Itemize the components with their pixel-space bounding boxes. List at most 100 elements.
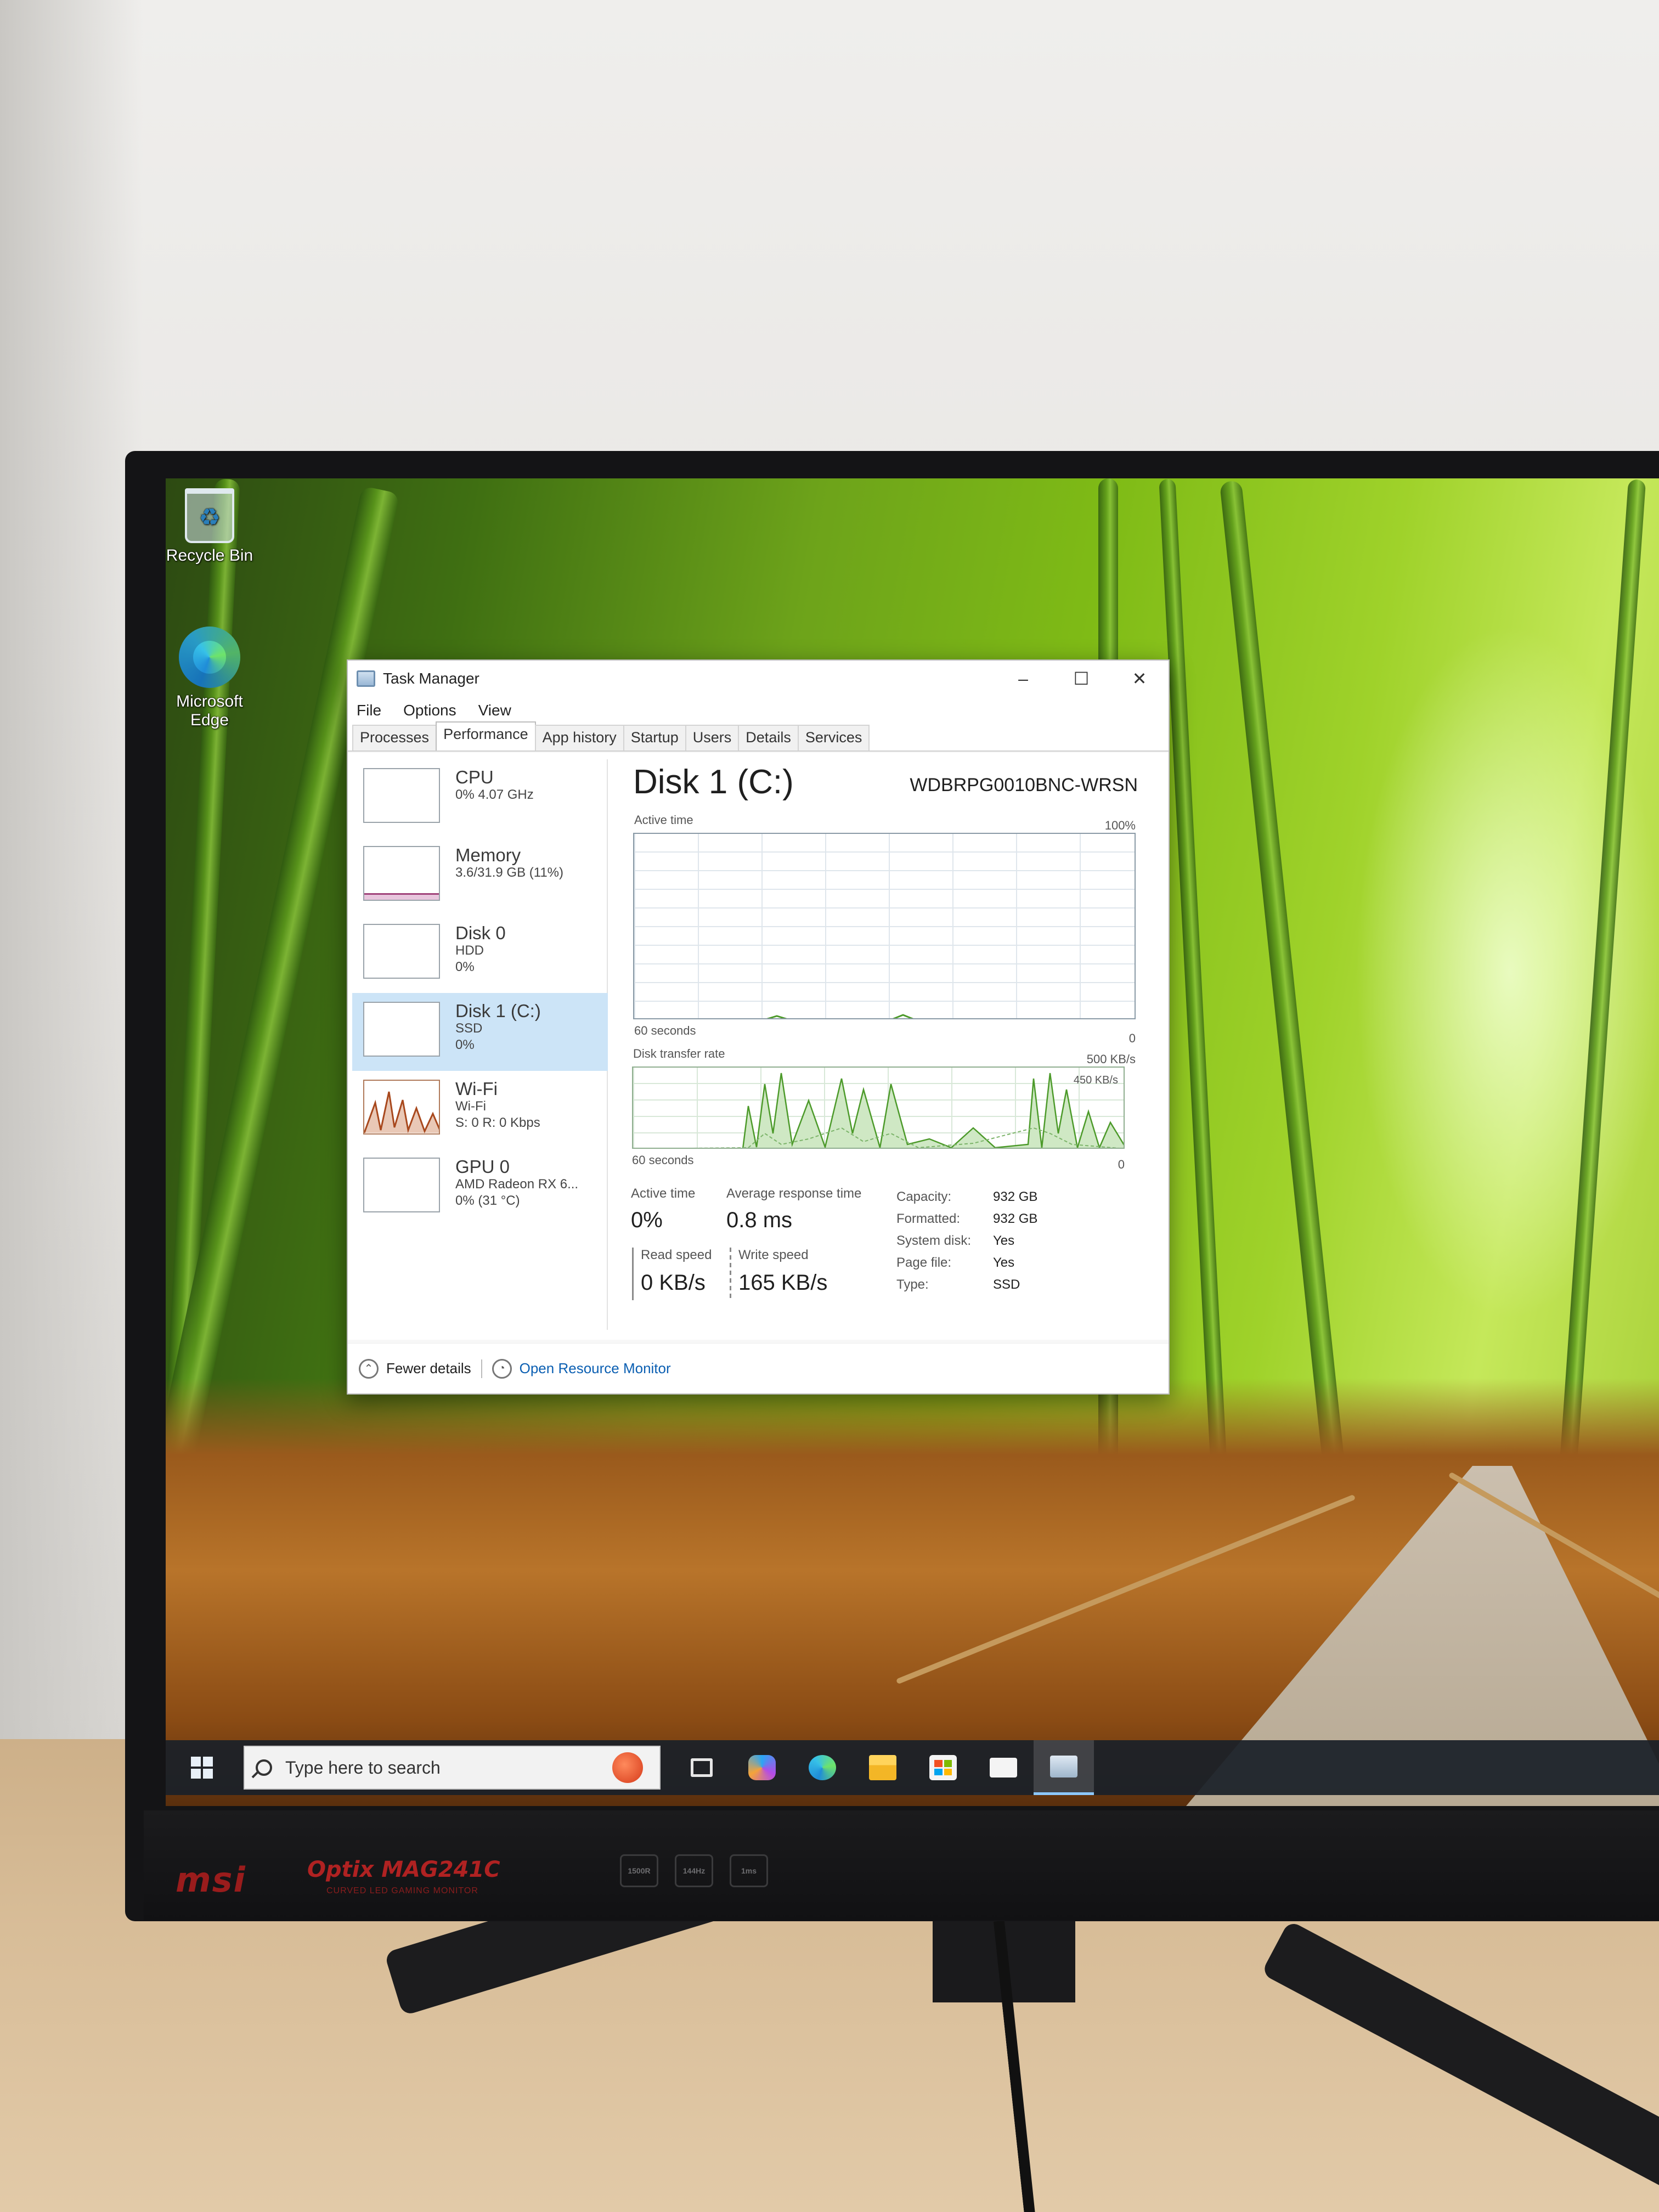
- wallpaper-bamboo: [1555, 479, 1646, 1520]
- search-placeholder: Type here to search: [285, 1757, 441, 1778]
- graph2-min: 0: [1118, 1158, 1125, 1171]
- resource-item-memory[interactable]: Memory 3.6/31.9 GB (11%): [352, 837, 608, 915]
- transfer-rate-lines: [690, 1073, 1124, 1148]
- resource-title: Wi-Fi: [455, 1079, 498, 1099]
- minimize-button[interactable]: –: [994, 661, 1052, 697]
- page-file-key: Page file:: [896, 1255, 952, 1270]
- graph1-label: Active time: [634, 813, 693, 827]
- desktop-icon-edge[interactable]: Microsoft Edge: [166, 627, 253, 730]
- taskbar-search-box[interactable]: Type here to search: [244, 1746, 661, 1790]
- resource-title: Memory: [455, 845, 521, 865]
- tab-strip: Processes Performance App history Startu…: [348, 721, 1169, 752]
- monitor-model: Optix MAG241C: [307, 1857, 500, 1882]
- resource-item-gpu[interactable]: GPU 0 AMD Radeon RX 6... 0% (31 °C): [352, 1149, 608, 1227]
- resource-item-disk1[interactable]: Disk 1 (C:) SSD 0%: [352, 993, 608, 1071]
- desktop-icon-recycle-bin[interactable]: ♻ Recycle Bin: [166, 488, 253, 565]
- edge-icon: [809, 1755, 836, 1780]
- resource-list: CPU 0% 4.07 GHz Memory 3.6/31.9 GB (11%): [352, 759, 608, 1330]
- resource-title: CPU: [455, 767, 494, 787]
- tab-details[interactable]: Details: [738, 725, 799, 751]
- wifi-thumbnail-graph: [363, 1080, 440, 1135]
- page-file-value: Yes: [993, 1255, 1015, 1270]
- gpu-thumbnail-graph: [363, 1158, 440, 1212]
- tab-users[interactable]: Users: [685, 725, 740, 751]
- disk-model: WDBRPG0010BNC-WRSN: [910, 775, 1138, 795]
- graph2-max: 500 KB/s: [1086, 1052, 1136, 1066]
- resource-item-cpu[interactable]: CPU 0% 4.07 GHz: [352, 759, 608, 837]
- resource-line1: AMD Radeon RX 6...: [455, 1177, 579, 1192]
- title-bar[interactable]: Task Manager – ☐ ✕: [348, 661, 1169, 697]
- taskbar-edge[interactable]: [792, 1740, 853, 1795]
- menu-view[interactable]: View: [478, 702, 511, 719]
- read-speed-label: Read speed: [641, 1248, 712, 1262]
- monitor-model-sub: CURVED LED GAMING MONITOR: [326, 1886, 478, 1895]
- open-resource-monitor-label: Open Resource Monitor: [519, 1360, 671, 1376]
- graph2-label: Disk transfer rate: [633, 1047, 725, 1060]
- start-button[interactable]: [177, 1740, 227, 1795]
- system-disk-key: System disk:: [896, 1233, 972, 1248]
- menu-file[interactable]: File: [357, 702, 381, 719]
- resource-line2: S: 0 R: 0 Kbps: [455, 1115, 540, 1130]
- menu-options[interactable]: Options: [403, 702, 456, 719]
- active-time-graph: [633, 833, 1136, 1019]
- resource-line1: 3.6/31.9 GB (11%): [455, 865, 563, 880]
- tab-services[interactable]: Services: [797, 725, 870, 751]
- resource-monitor-icon: ◔: [492, 1358, 512, 1379]
- resource-title: Disk 1 (C:): [455, 1001, 541, 1021]
- monitor-brand-logo: msi: [176, 1860, 246, 1900]
- resource-line2: 0%: [455, 1037, 475, 1052]
- disk0-thumbnail-graph: [363, 924, 440, 979]
- window-controls: – ☐ ✕: [994, 661, 1169, 697]
- graph1-time: 60 seconds: [634, 1024, 696, 1037]
- memory-thumbnail-graph: [363, 846, 440, 901]
- menu-bar: File Options View: [348, 697, 1169, 724]
- avg-response-value: 0.8 ms: [726, 1208, 793, 1232]
- footer-separator: [481, 1359, 482, 1378]
- resource-line2: 0%: [455, 960, 475, 974]
- edge-icon: [179, 627, 240, 688]
- performance-panel: CPU 0% 4.07 GHz Memory 3.6/31.9 GB (11%): [348, 753, 1169, 1340]
- active-time-value: 0%: [631, 1208, 663, 1232]
- taskbar-mail[interactable]: [973, 1740, 1034, 1795]
- resource-item-wifi[interactable]: Wi-Fi Wi-Fi S: 0 R: 0 Kbps: [352, 1071, 608, 1149]
- recycle-bin-icon: ♻: [185, 488, 234, 543]
- open-resource-monitor-link[interactable]: ◔ Open Resource Monitor: [492, 1358, 671, 1379]
- desktop-screen: ♻ Recycle Bin Microsoft Edge Task Manage…: [166, 478, 1659, 1806]
- tab-processes[interactable]: Processes: [352, 725, 437, 751]
- fewer-details-button[interactable]: ⌃ Fewer details: [359, 1358, 471, 1379]
- taskbar-copilot[interactable]: [732, 1740, 792, 1795]
- search-highlight-icon[interactable]: [612, 1752, 643, 1783]
- chevron-up-icon: ⌃: [359, 1358, 379, 1379]
- maximize-button[interactable]: ☐: [1052, 661, 1110, 697]
- type-value: SSD: [993, 1277, 1020, 1292]
- disk1-thumbnail-graph: [363, 1002, 440, 1057]
- copilot-icon: [748, 1755, 776, 1780]
- windows-logo-icon: [191, 1757, 213, 1779]
- resource-line1: Wi-Fi: [455, 1099, 486, 1114]
- resource-line1: 0% 4.07 GHz: [455, 787, 534, 802]
- capacity-value: 932 GB: [993, 1189, 1038, 1204]
- type-key: Type:: [896, 1277, 929, 1292]
- resource-title: GPU 0: [455, 1156, 510, 1177]
- system-disk-value: Yes: [993, 1233, 1015, 1248]
- taskbar: Type here to search: [166, 1740, 1659, 1795]
- mail-icon: [990, 1758, 1017, 1778]
- taskbar-store[interactable]: [913, 1740, 973, 1795]
- close-button[interactable]: ✕: [1110, 661, 1169, 697]
- resource-line2: 0% (31 °C): [455, 1193, 520, 1208]
- wallpaper-bamboo: [1219, 480, 1351, 1519]
- disk-title: Disk 1 (C:): [633, 763, 794, 801]
- formatted-value: 932 GB: [993, 1211, 1038, 1226]
- task-view-icon: [691, 1758, 713, 1777]
- search-icon: [256, 1759, 272, 1776]
- wifi-thumbnail-line: [364, 1091, 439, 1133]
- resource-item-disk0[interactable]: Disk 0 HDD 0%: [352, 915, 608, 993]
- tab-app-history[interactable]: App history: [534, 725, 624, 751]
- tab-startup[interactable]: Startup: [623, 725, 686, 751]
- active-time-line: [766, 1014, 914, 1018]
- taskbar-file-explorer[interactable]: [853, 1740, 913, 1795]
- tab-performance[interactable]: Performance: [436, 721, 536, 751]
- taskbar-task-manager[interactable]: [1034, 1740, 1094, 1795]
- store-icon: [929, 1755, 957, 1780]
- taskbar-task-view[interactable]: [672, 1740, 732, 1795]
